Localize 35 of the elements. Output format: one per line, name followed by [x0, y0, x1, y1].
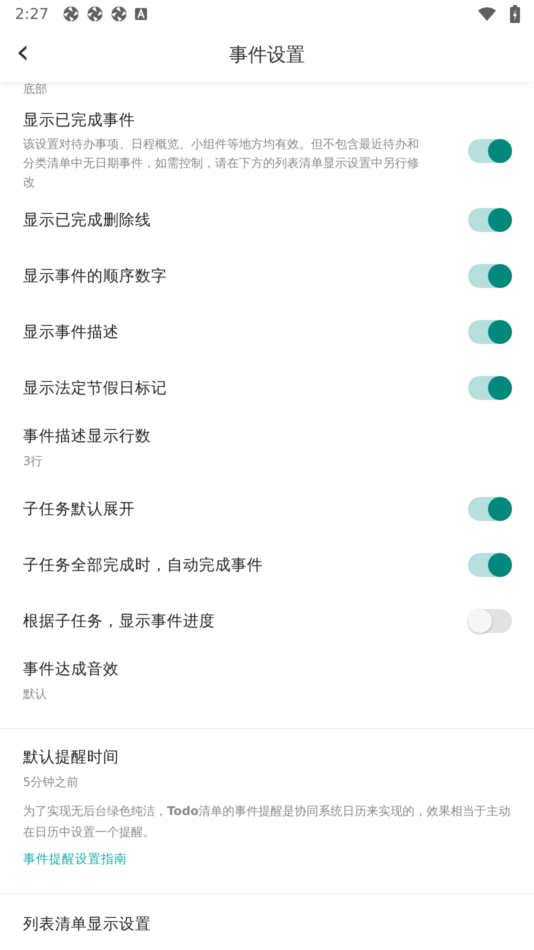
setting-title: 列表清单显示设置: [23, 914, 151, 935]
page-title: 事件设置: [229, 42, 305, 68]
setting-title: 显示已完成删除线: [23, 210, 152, 230]
notification-icon: [110, 6, 127, 22]
toggle-switch[interactable]: [468, 497, 512, 521]
notification-icon: [62, 6, 79, 22]
setting-title: 子任务默认展开: [23, 498, 136, 520]
notification-icon: [86, 6, 103, 22]
setting-title: 默认提醒时间: [23, 747, 120, 768]
setting-title: 显示法定节假日标记: [23, 378, 168, 398]
setting-title: 显示事件描述: [23, 322, 120, 342]
wifi-icon: [478, 6, 496, 20]
setting-value: 默认: [23, 686, 48, 703]
status-time: 2:27: [15, 4, 49, 22]
setting-value: 底部: [23, 82, 47, 96]
toggle-switch[interactable]: [468, 376, 512, 400]
setting-title: 事件描述显示行数: [23, 426, 152, 447]
toggle-switch[interactable]: [468, 264, 512, 288]
toggle-switch[interactable]: [468, 208, 512, 232]
toggle-switch[interactable]: [468, 553, 512, 577]
back-button[interactable]: ‹: [0, 34, 44, 74]
setting-value: 3行: [23, 453, 44, 470]
setting-title: 根据子任务，显示事件进度: [23, 610, 216, 632]
setting-title: 显示已完成事件: [23, 110, 136, 131]
setting-title: 子任务全部完成时，自动完成事件: [23, 554, 264, 576]
setting-description: 该设置对待办事项、日程概览、小组件等地方均有效。但不包含最近待办和分类清单中无日期事件，如需控制，请在下方的列表清单显示设置中另行修改: [23, 136, 420, 191]
font-icon: [134, 8, 147, 20]
toggle-switch[interactable]: [468, 320, 512, 344]
battery-charging-icon: [510, 4, 520, 22]
setting-note: 为了实现无后台绿色纯洁，Todo清单的事件提醒是协同系统日历来实现的，效果相当于主动在日历中设置一个提醒。: [23, 803, 512, 841]
setting-title: 显示事件的顺序数字: [23, 266, 168, 286]
setting-title: 事件达成音效: [23, 659, 120, 680]
toggle-switch[interactable]: [468, 139, 512, 163]
toggle-switch[interactable]: [468, 609, 512, 633]
setting-value: 5分钟之前: [23, 774, 80, 791]
